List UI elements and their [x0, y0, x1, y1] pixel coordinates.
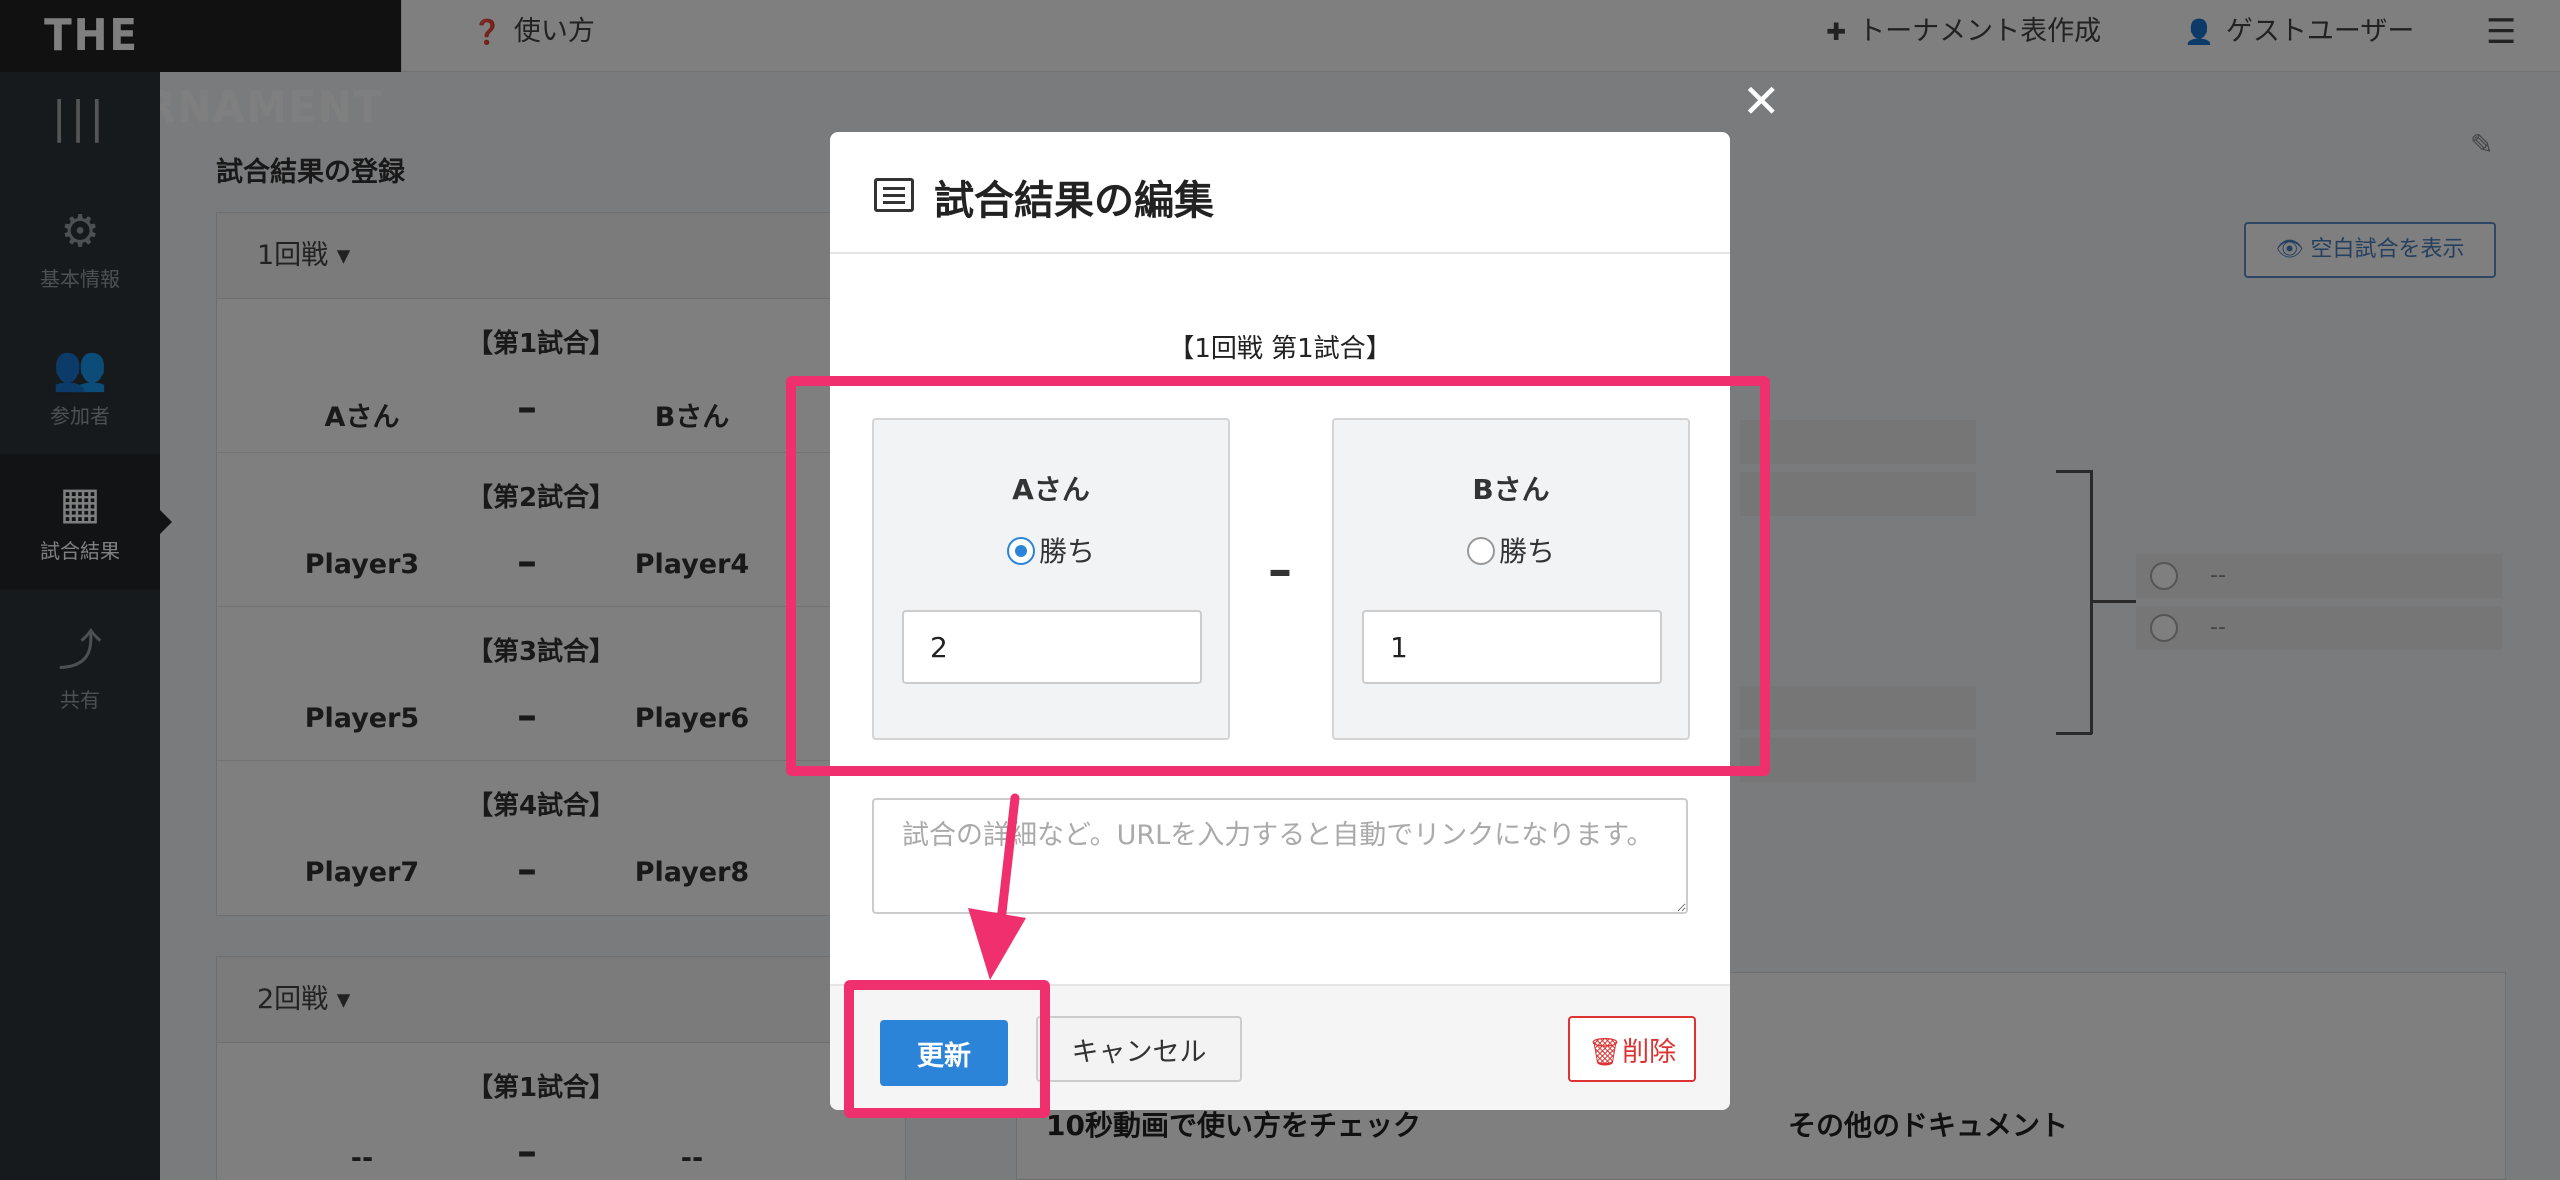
close-icon[interactable]: ✕: [1742, 74, 1781, 128]
modal-title: 試合結果の編集: [934, 178, 1214, 224]
cancel-button[interactable]: キャンセル: [1036, 1016, 1242, 1082]
highlight-update-button: [844, 980, 1050, 1118]
match-caption: 【1回戦 第1試合】: [1168, 334, 1392, 364]
highlight-score-area: [786, 376, 1770, 776]
trash-icon: 🗑: [1587, 1036, 1623, 1068]
delete-label: 削除: [1622, 1036, 1677, 1068]
list-icon: [874, 178, 914, 212]
annotation-arrow-icon: [968, 793, 1026, 980]
modal-header: 試合結果の編集: [830, 132, 1730, 254]
delete-button[interactable]: 🗑削除: [1568, 1016, 1696, 1082]
